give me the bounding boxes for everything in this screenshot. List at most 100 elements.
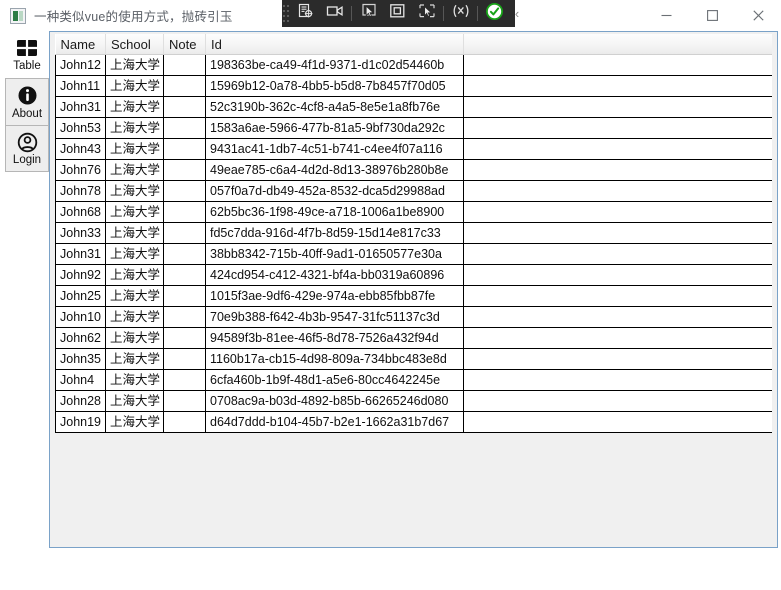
table-cell-id[interactable]: 9431ac41-1db7-4c51-b741-c4ee4f07a116	[205, 138, 464, 160]
table-cell-id[interactable]: 198363be-ca49-4f1d-9371-d1c02d54460b	[205, 54, 464, 76]
table-cell-id[interactable]: fd5c7dda-916d-4f7b-8d59-15d14e817c33	[205, 222, 464, 244]
table-cell-name[interactable]: John11	[55, 75, 106, 97]
table-cell-extra[interactable]	[463, 243, 772, 265]
table-row[interactable]: John35 上海大学 1160b17a-cb15-4d98-809a-734bbc…	[55, 348, 772, 370]
table-cell-id[interactable]: 6cfa460b-1b9f-48d1-a5e6-80cc4642245e	[205, 369, 464, 391]
data-grid-container[interactable]: Name School Note Id John12 上海大学 198363be-c…	[55, 34, 772, 433]
table-cell-school[interactable]: 上海大学	[105, 117, 164, 139]
table-cell-note[interactable]	[163, 243, 206, 265]
sidebar-item-table[interactable]: Table	[5, 31, 49, 78]
table-row[interactable]: John68 上海大学 62b5bc36-1f98-49ce-a718-1006a1…	[55, 201, 772, 223]
table-row[interactable]: John62 上海大学 94589f3b-81ee-46f5-8d78-7526a4…	[55, 327, 772, 349]
take-screenshot-button[interactable]	[291, 1, 320, 26]
table-cell-note[interactable]	[163, 201, 206, 223]
table-row[interactable]: John28 上海大学 0708ac9a-b03d-4892-b85b-662652…	[55, 390, 772, 412]
table-cell-id[interactable]: 52c3190b-362c-4cf8-a4a5-8e5e1a8fb76e	[205, 96, 464, 118]
confirm-button[interactable]	[480, 1, 509, 26]
toolbar-drag-handle[interactable]	[282, 0, 291, 27]
table-cell-id[interactable]: 057f0a7d-db49-452a-8532-dca5d29988ad	[205, 180, 464, 202]
table-cell-note[interactable]	[163, 222, 206, 244]
region-select-button[interactable]	[383, 1, 412, 26]
table-cell-name[interactable]: John76	[55, 159, 106, 181]
table-cell-id[interactable]: 38bb8342-715b-40ff-9ad1-01650577e30a	[205, 243, 464, 265]
table-cell-school[interactable]: 上海大学	[105, 285, 164, 307]
table-cell-id[interactable]: 15969b12-0a78-4bb5-b5d8-7b8457f70d05	[205, 75, 464, 97]
table-cell-id[interactable]: 1583a6ae-5966-477b-81a5-9bf730da292c	[205, 117, 464, 139]
column-header-school[interactable]: School	[105, 34, 164, 55]
table-cell-note[interactable]	[163, 285, 206, 307]
annotate-button[interactable]	[446, 1, 475, 26]
computer-use-toolbar[interactable]: ‹	[282, 0, 519, 27]
table-cell-school[interactable]: 上海大学	[105, 264, 164, 286]
table-cell-note[interactable]	[163, 180, 206, 202]
table-cell-name[interactable]: John33	[55, 222, 106, 244]
table-cell-id[interactable]: 1015f3ae-9df6-429e-974a-ebb85fbb87fe	[205, 285, 464, 307]
record-video-button[interactable]	[320, 1, 349, 26]
table-cell-school[interactable]: 上海大学	[105, 348, 164, 370]
column-header-extra[interactable]	[463, 34, 772, 55]
table-cell-name[interactable]: John12	[55, 54, 106, 76]
table-cell-id[interactable]: 424cd954-c412-4321-bf4a-bb0319a60896	[205, 264, 464, 286]
table-row[interactable]: John31 上海大学 52c3190b-362c-4cf8-a4a5-8e5e1a…	[55, 96, 772, 118]
table-row[interactable]: John12 上海大学 198363be-ca49-4f1d-9371-d1c02d…	[55, 54, 772, 76]
table-cell-note[interactable]	[163, 390, 206, 412]
table-cell-name[interactable]: John62	[55, 327, 106, 349]
table-row[interactable]: John31 上海大学 38bb8342-715b-40ff-9ad1-016505…	[55, 243, 772, 265]
table-cell-extra[interactable]	[463, 411, 772, 433]
table-cell-school[interactable]: 上海大学	[105, 327, 164, 349]
table-cell-name[interactable]: John53	[55, 117, 106, 139]
table-cell-id[interactable]: 94589f3b-81ee-46f5-8d78-7526a432f94d	[205, 327, 464, 349]
table-row[interactable]: John11 上海大学 15969b12-0a78-4bb5-b5d8-7b8457…	[55, 75, 772, 97]
table-cell-note[interactable]	[163, 369, 206, 391]
table-cell-note[interactable]	[163, 159, 206, 181]
table-cell-school[interactable]: 上海大学	[105, 180, 164, 202]
table-cell-school[interactable]: 上海大学	[105, 243, 164, 265]
table-cell-note[interactable]	[163, 306, 206, 328]
table-row[interactable]: John10 上海大学 70e9b388-f642-4b3b-9547-31fc51…	[55, 306, 772, 328]
table-cell-extra[interactable]	[463, 264, 772, 286]
table-cell-school[interactable]: 上海大学	[105, 306, 164, 328]
table-cell-name[interactable]: John19	[55, 411, 106, 433]
table-cell-id[interactable]: 0708ac9a-b03d-4892-b85b-66265246d080	[205, 390, 464, 412]
table-cell-extra[interactable]	[463, 369, 772, 391]
column-header-note[interactable]: Note	[163, 34, 206, 55]
table-cell-school[interactable]: 上海大学	[105, 54, 164, 76]
table-cell-id[interactable]: d64d7ddd-b104-45b7-b2e1-1662a31b7d67	[205, 411, 464, 433]
table-cell-school[interactable]: 上海大学	[105, 96, 164, 118]
table-cell-extra[interactable]	[463, 306, 772, 328]
table-row[interactable]: John19 上海大学 d64d7ddd-b104-45b7-b2e1-1662a3…	[55, 411, 772, 433]
table-cell-extra[interactable]	[463, 348, 772, 370]
full-capture-button[interactable]	[412, 1, 441, 26]
table-cell-school[interactable]: 上海大学	[105, 222, 164, 244]
table-cell-extra[interactable]	[463, 117, 772, 139]
minimize-button[interactable]	[643, 0, 689, 31]
table-cell-name[interactable]: John31	[55, 96, 106, 118]
table-cell-extra[interactable]	[463, 138, 772, 160]
table-cell-name[interactable]: John25	[55, 285, 106, 307]
table-row[interactable]: John4 上海大学 6cfa460b-1b9f-48d1-a5e6-80cc464…	[55, 369, 772, 391]
column-header-name[interactable]: Name	[55, 34, 106, 55]
table-cell-note[interactable]	[163, 117, 206, 139]
table-cell-school[interactable]: 上海大学	[105, 138, 164, 160]
table-cell-note[interactable]	[163, 264, 206, 286]
table-cell-id[interactable]: 62b5bc36-1f98-49ce-a718-1006a1be8900	[205, 201, 464, 223]
table-cell-note[interactable]	[163, 138, 206, 160]
table-cell-school[interactable]: 上海大学	[105, 390, 164, 412]
table-cell-name[interactable]: John68	[55, 201, 106, 223]
table-cell-school[interactable]: 上海大学	[105, 159, 164, 181]
table-cell-id[interactable]: 49eae785-c6a4-4d2d-8d13-38976b280b8e	[205, 159, 464, 181]
table-cell-name[interactable]: John78	[55, 180, 106, 202]
table-row[interactable]: John53 上海大学 1583a6ae-5966-477b-81a5-9bf730…	[55, 117, 772, 139]
table-cell-extra[interactable]	[463, 201, 772, 223]
table-cell-extra[interactable]	[463, 390, 772, 412]
table-cell-extra[interactable]	[463, 54, 772, 76]
table-cell-extra[interactable]	[463, 75, 772, 97]
table-cell-name[interactable]: John43	[55, 138, 106, 160]
table-cell-id[interactable]: 1160b17a-cb15-4d98-809a-734bbc483e8d	[205, 348, 464, 370]
table-cell-school[interactable]: 上海大学	[105, 75, 164, 97]
table-row[interactable]: John25 上海大学 1015f3ae-9df6-429e-974a-ebb85f…	[55, 285, 772, 307]
table-cell-note[interactable]	[163, 411, 206, 433]
table-cell-extra[interactable]	[463, 180, 772, 202]
table-cell-extra[interactable]	[463, 327, 772, 349]
sidebar-item-about[interactable]: About	[5, 78, 49, 125]
